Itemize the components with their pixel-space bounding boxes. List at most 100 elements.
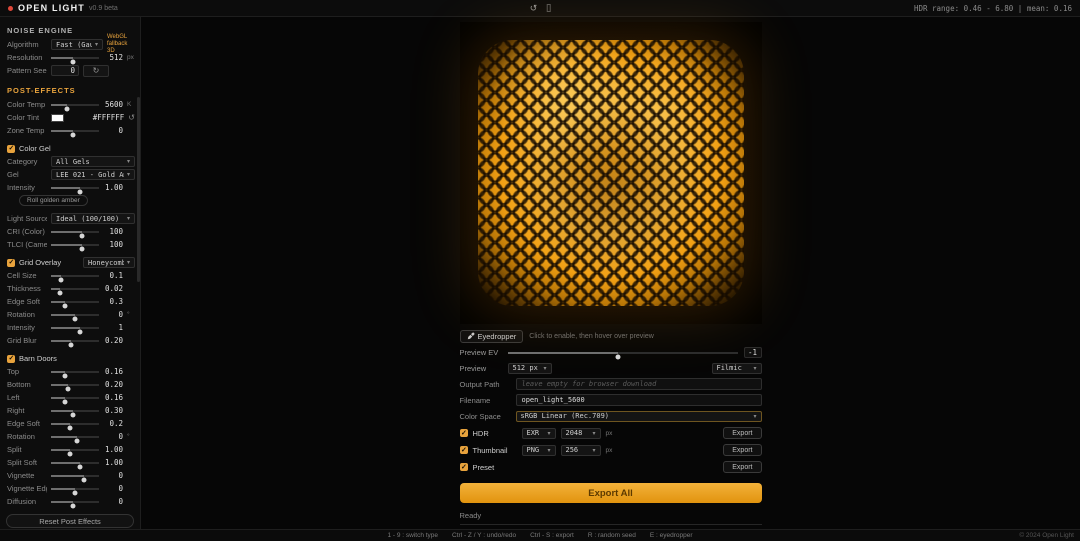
diffusion-slider[interactable] [51, 497, 99, 509]
tonemap-select[interactable]: Filmic ▾ [711, 362, 762, 374]
hdr-checkbox[interactable] [459, 429, 468, 437]
vignette-slider[interactable] [51, 471, 99, 483]
slider-knob[interactable] [62, 373, 68, 379]
color-gel-checkbox[interactable] [7, 144, 15, 153]
grid-type-select[interactable]: Honeycomb ▾ [83, 257, 135, 268]
filename-row: Filename [460, 394, 762, 406]
undo-icon[interactable]: ↺ [530, 3, 538, 13]
roll-gel-button[interactable]: Roll golden amber [19, 195, 88, 206]
algorithm-row: Algorithm Fast (Gaussian) ▾ WebGL fallba… [0, 34, 140, 54]
slider-knob[interactable] [70, 412, 76, 418]
output-path-input[interactable] [515, 378, 762, 390]
barn-doors-checkbox[interactable] [7, 354, 15, 363]
barn-edge-soft-slider[interactable] [51, 419, 99, 431]
pattern-seed-input[interactable] [51, 65, 79, 76]
preview-size-select[interactable]: 512 px ▾ [507, 362, 552, 374]
color-space-select[interactable]: sRGB Linear (Rec.709) ▾ [515, 410, 762, 422]
slider-knob[interactable] [68, 342, 74, 348]
app-version: v0.9 beta [89, 4, 118, 12]
color-gel-toggle-row: Color Gel [0, 142, 140, 155]
chevron-down-icon: ▾ [753, 413, 757, 420]
hdr-export-button[interactable]: Export [723, 427, 762, 439]
thumbnail-format-select[interactable]: PNG ▾ [521, 444, 556, 456]
resolution-slider[interactable] [51, 53, 99, 65]
hotkey-hint: 1 - 9 : switch type [387, 532, 439, 539]
sidebar-scrollbar[interactable] [137, 97, 140, 282]
slider-knob[interactable] [70, 59, 76, 65]
tlci-slider[interactable] [51, 240, 99, 252]
slider-knob[interactable] [77, 464, 83, 470]
gel-select[interactable]: LEE 021 - Gold Amber ▾ [51, 169, 135, 180]
zone-temp-slider[interactable] [51, 126, 99, 138]
slider-knob[interactable] [62, 303, 68, 309]
sidebar: NOISE ENGINE Algorithm Fast (Gaussian) ▾… [0, 17, 141, 529]
reset-post-effects-button[interactable]: Reset Post Effects [6, 514, 134, 528]
preset-export-button[interactable]: Export [723, 461, 762, 473]
light-source-select[interactable]: Ideal (100/100) ▾ [51, 213, 135, 224]
slider-knob[interactable] [67, 425, 73, 431]
barn-bottom-slider[interactable] [51, 380, 99, 392]
preview-ev-row: Preview EV -1 [460, 347, 762, 360]
edge-soft-slider[interactable] [51, 297, 99, 309]
vignette-edge-row: Vignette Edge 0 [0, 482, 140, 496]
thickness-slider[interactable] [51, 284, 99, 296]
slider-knob[interactable] [79, 233, 85, 239]
preview-canvas[interactable] [459, 22, 762, 324]
hdr-size-select[interactable]: 2048 ▾ [560, 427, 601, 439]
gel-category-select[interactable]: All Gels ▾ [51, 156, 135, 167]
grid-blur-row: Grid Blur 0.20 [0, 334, 140, 348]
grid-intensity-slider[interactable] [51, 323, 99, 335]
hdr-range-stats: HDR range: 0.46 - 6.80 | mean: 0.16 [913, 3, 1072, 13]
vignette-edge-slider[interactable] [51, 484, 99, 496]
thumbnail-size-select[interactable]: 256 ▾ [560, 444, 601, 456]
randomize-seed-icon[interactable]: ↻ [83, 64, 109, 77]
slider-knob[interactable] [57, 290, 63, 296]
grid-blur-slider[interactable] [51, 336, 99, 348]
thumbnail-export-button[interactable]: Export [723, 444, 762, 456]
barn-top-slider[interactable] [51, 367, 99, 379]
slider-knob[interactable] [70, 503, 76, 509]
slider-knob[interactable] [77, 329, 83, 335]
split-slider[interactable] [51, 445, 99, 457]
grid-overlay-checkbox[interactable] [7, 258, 15, 267]
barn-right-slider[interactable] [51, 406, 99, 418]
rotation-slider[interactable] [51, 310, 99, 322]
slider-knob[interactable] [62, 399, 68, 405]
slider-knob[interactable] [65, 386, 71, 392]
color-tint-swatch[interactable] [51, 113, 64, 122]
slider-knob[interactable] [70, 132, 76, 138]
split-soft-slider[interactable] [51, 458, 99, 470]
barn-rotation-slider[interactable] [51, 432, 99, 444]
hdr-export-row: HDR EXR▾ 2048▾ px Export [459, 427, 762, 439]
slider-knob[interactable] [72, 490, 78, 496]
eyedropper-button[interactable]: Eyedropper [459, 329, 524, 343]
algorithm-select[interactable]: Fast (Gaussian) ▾ [51, 39, 103, 50]
export-all-button[interactable]: Export All [459, 483, 762, 503]
gel-intensity-slider[interactable] [51, 183, 99, 195]
gel-category-row: Category All Gels ▾ [0, 155, 140, 168]
slider-knob[interactable] [79, 246, 85, 252]
preset-checkbox[interactable] [459, 463, 468, 471]
diffusion-row: Diffusion 0 [0, 495, 140, 509]
preview-ev-slider[interactable] [507, 348, 738, 360]
zone-temp-row: Zone Temp 0 [0, 124, 140, 138]
slider-knob[interactable] [81, 477, 87, 483]
color-temp-slider[interactable] [51, 100, 99, 112]
cri-slider[interactable] [51, 227, 99, 239]
barn-left-slider[interactable] [51, 393, 99, 405]
chevron-down-icon: ▾ [547, 447, 551, 454]
filename-input[interactable] [515, 394, 762, 406]
pattern-seed-row: Pattern Seed ↻ [0, 64, 140, 77]
slider-knob[interactable] [615, 354, 621, 360]
cell-size-slider[interactable] [51, 271, 99, 283]
main-area: Eyedropper Click to enable, then hover o… [141, 17, 1080, 529]
slider-knob[interactable] [74, 438, 80, 444]
hdr-format-select[interactable]: EXR ▾ [521, 427, 556, 439]
slider-knob[interactable] [58, 277, 64, 283]
slider-knob[interactable] [72, 316, 78, 322]
reset-tint-icon[interactable]: ↺ [128, 113, 135, 122]
thumbnail-checkbox[interactable] [459, 446, 468, 454]
slider-knob[interactable] [77, 189, 83, 195]
slider-knob[interactable] [64, 106, 70, 112]
slider-knob[interactable] [67, 451, 73, 457]
